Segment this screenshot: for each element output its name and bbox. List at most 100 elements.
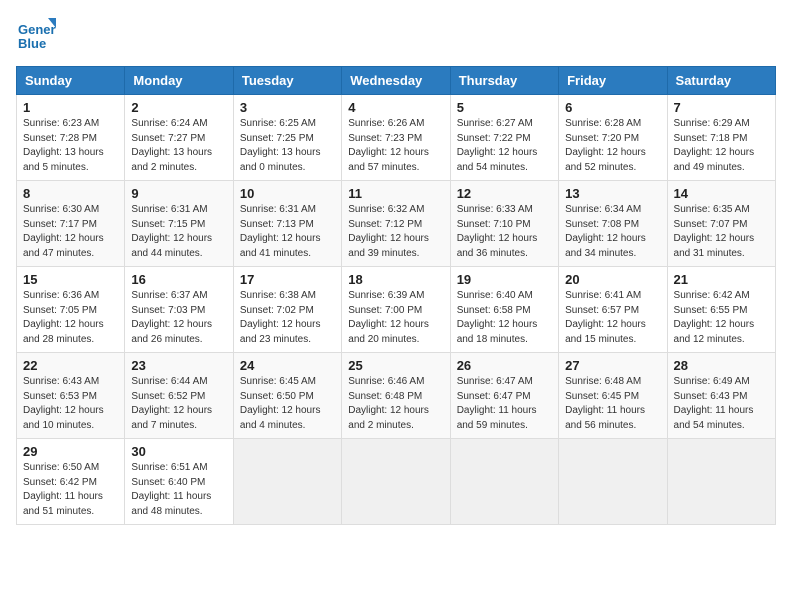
calendar-cell: 3 Sunrise: 6:25 AMSunset: 7:25 PMDaylight… bbox=[233, 95, 341, 181]
day-info: Sunrise: 6:27 AMSunset: 7:22 PMDaylight:… bbox=[457, 117, 552, 175]
calendar-cell: 12 Sunrise: 6:33 AMSunset: 7:10 PMDayligh… bbox=[450, 181, 558, 267]
day-number: 30 bbox=[131, 444, 226, 459]
calendar-cell: 16 Sunrise: 6:37 AMSunset: 7:03 PMDayligh… bbox=[125, 267, 233, 353]
calendar-cell: 20 Sunrise: 6:41 AMSunset: 6:57 PMDayligh… bbox=[559, 267, 667, 353]
calendar-cell: 9 Sunrise: 6:31 AMSunset: 7:15 PMDaylight… bbox=[125, 181, 233, 267]
calendar-cell: 18Sunrise: 6:39 AMSunset: 7:00 PMDayligh… bbox=[342, 267, 450, 353]
calendar-cell: 17 Sunrise: 6:38 AMSunset: 7:02 PMDayligh… bbox=[233, 267, 341, 353]
day-info: Sunrise: 6:46 AMSunset: 6:48 PMDaylight:… bbox=[348, 375, 443, 433]
day-number: 4 bbox=[348, 100, 443, 115]
day-number: 26 bbox=[457, 358, 552, 373]
day-number: 2 bbox=[131, 100, 226, 115]
day-number: 8 bbox=[23, 186, 118, 201]
calendar-cell: 27 Sunrise: 6:48 AMSunset: 6:45 PMDayligh… bbox=[559, 353, 667, 439]
day-info: Sunrise: 6:38 AMSunset: 7:02 PMDaylight:… bbox=[240, 289, 335, 347]
day-number: 24 bbox=[240, 358, 335, 373]
day-info: Sunrise: 6:34 AMSunset: 7:08 PMDaylight:… bbox=[565, 203, 660, 261]
calendar-cell: 19Sunrise: 6:40 AMSunset: 6:58 PMDayligh… bbox=[450, 267, 558, 353]
calendar-cell: 30 Sunrise: 6:51 AMSunset: 6:40 PMDayligh… bbox=[125, 439, 233, 525]
calendar-cell: 7 Sunrise: 6:29 AMSunset: 7:18 PMDaylight… bbox=[667, 95, 775, 181]
calendar-cell: 14 Sunrise: 6:35 AMSunset: 7:07 PMDayligh… bbox=[667, 181, 775, 267]
calendar-cell: 25 Sunrise: 6:46 AMSunset: 6:48 PMDayligh… bbox=[342, 353, 450, 439]
day-info: Sunrise: 6:33 AMSunset: 7:10 PMDaylight:… bbox=[457, 203, 552, 261]
day-info: Sunrise: 6:47 AMSunset: 6:47 PMDaylight:… bbox=[457, 375, 552, 433]
day-info: Sunrise: 6:35 AMSunset: 7:07 PMDaylight:… bbox=[674, 203, 769, 261]
svg-text:General: General bbox=[18, 22, 56, 37]
day-info: Sunrise: 6:43 AMSunset: 6:53 PMDaylight:… bbox=[23, 375, 118, 433]
svg-text:Blue: Blue bbox=[18, 36, 46, 51]
day-info: Sunrise: 6:48 AMSunset: 6:45 PMDaylight:… bbox=[565, 375, 660, 433]
day-info: Sunrise: 6:31 AMSunset: 7:13 PMDaylight:… bbox=[240, 203, 335, 261]
calendar-cell: 13 Sunrise: 6:34 AMSunset: 7:08 PMDayligh… bbox=[559, 181, 667, 267]
day-number: 13 bbox=[565, 186, 660, 201]
calendar-cell: 11Sunrise: 6:32 AMSunset: 7:12 PMDayligh… bbox=[342, 181, 450, 267]
calendar-header-friday: Friday bbox=[559, 67, 667, 95]
day-number: 25 bbox=[348, 358, 443, 373]
day-info: Sunrise: 6:23 AMSunset: 7:28 PMDaylight:… bbox=[23, 117, 118, 175]
calendar-cell: 29 Sunrise: 6:50 AMSunset: 6:42 PMDayligh… bbox=[17, 439, 125, 525]
day-number: 17 bbox=[240, 272, 335, 287]
day-info: Sunrise: 6:42 AMSunset: 6:55 PMDaylight:… bbox=[674, 289, 769, 347]
day-number: 5 bbox=[457, 100, 552, 115]
day-info: Sunrise: 6:51 AMSunset: 6:40 PMDaylight:… bbox=[131, 461, 226, 519]
day-number: 14 bbox=[674, 186, 769, 201]
day-number: 15 bbox=[23, 272, 118, 287]
calendar-cell: 8 Sunrise: 6:30 AMSunset: 7:17 PMDaylight… bbox=[17, 181, 125, 267]
day-info: Sunrise: 6:26 AMSunset: 7:23 PMDaylight:… bbox=[348, 117, 443, 175]
calendar-header-wednesday: Wednesday bbox=[342, 67, 450, 95]
day-number: 20 bbox=[565, 272, 660, 287]
calendar-cell bbox=[559, 439, 667, 525]
day-info: Sunrise: 6:37 AMSunset: 7:03 PMDaylight:… bbox=[131, 289, 226, 347]
page-header: General Blue bbox=[16, 16, 776, 56]
day-number: 3 bbox=[240, 100, 335, 115]
calendar-cell: 24Sunrise: 6:45 AMSunset: 6:50 PMDayligh… bbox=[233, 353, 341, 439]
calendar-week-row: 1 Sunrise: 6:23 AMSunset: 7:28 PMDaylight… bbox=[17, 95, 776, 181]
calendar-header-row: SundayMondayTuesdayWednesdayThursdayFrid… bbox=[17, 67, 776, 95]
day-number: 7 bbox=[674, 100, 769, 115]
calendar-cell: 21 Sunrise: 6:42 AMSunset: 6:55 PMDayligh… bbox=[667, 267, 775, 353]
day-info: Sunrise: 6:29 AMSunset: 7:18 PMDaylight:… bbox=[674, 117, 769, 175]
calendar-cell: 23Sunrise: 6:44 AMSunset: 6:52 PMDayligh… bbox=[125, 353, 233, 439]
day-number: 29 bbox=[23, 444, 118, 459]
day-number: 6 bbox=[565, 100, 660, 115]
calendar-header-sunday: Sunday bbox=[17, 67, 125, 95]
day-number: 11 bbox=[348, 186, 443, 201]
calendar-header-monday: Monday bbox=[125, 67, 233, 95]
day-number: 16 bbox=[131, 272, 226, 287]
day-number: 21 bbox=[674, 272, 769, 287]
calendar-cell bbox=[342, 439, 450, 525]
day-info: Sunrise: 6:25 AMSunset: 7:25 PMDaylight:… bbox=[240, 117, 335, 175]
calendar-cell: 26 Sunrise: 6:47 AMSunset: 6:47 PMDayligh… bbox=[450, 353, 558, 439]
day-info: Sunrise: 6:30 AMSunset: 7:17 PMDaylight:… bbox=[23, 203, 118, 261]
day-info: Sunrise: 6:41 AMSunset: 6:57 PMDaylight:… bbox=[565, 289, 660, 347]
calendar-header-tuesday: Tuesday bbox=[233, 67, 341, 95]
day-info: Sunrise: 6:49 AMSunset: 6:43 PMDaylight:… bbox=[674, 375, 769, 433]
calendar-header-saturday: Saturday bbox=[667, 67, 775, 95]
calendar-cell: 1 Sunrise: 6:23 AMSunset: 7:28 PMDaylight… bbox=[17, 95, 125, 181]
calendar-cell: 5 Sunrise: 6:27 AMSunset: 7:22 PMDaylight… bbox=[450, 95, 558, 181]
logo: General Blue bbox=[16, 16, 56, 56]
calendar-cell: 6Sunrise: 6:28 AMSunset: 7:20 PMDaylight… bbox=[559, 95, 667, 181]
day-number: 12 bbox=[457, 186, 552, 201]
day-number: 22 bbox=[23, 358, 118, 373]
day-info: Sunrise: 6:31 AMSunset: 7:15 PMDaylight:… bbox=[131, 203, 226, 261]
calendar-cell: 10 Sunrise: 6:31 AMSunset: 7:13 PMDayligh… bbox=[233, 181, 341, 267]
day-info: Sunrise: 6:50 AMSunset: 6:42 PMDaylight:… bbox=[23, 461, 118, 519]
logo-svg: General Blue bbox=[16, 16, 56, 56]
day-info: Sunrise: 6:44 AMSunset: 6:52 PMDaylight:… bbox=[131, 375, 226, 433]
day-info: Sunrise: 6:36 AMSunset: 7:05 PMDaylight:… bbox=[23, 289, 118, 347]
day-number: 28 bbox=[674, 358, 769, 373]
calendar-header-thursday: Thursday bbox=[450, 67, 558, 95]
day-info: Sunrise: 6:39 AMSunset: 7:00 PMDaylight:… bbox=[348, 289, 443, 347]
day-number: 9 bbox=[131, 186, 226, 201]
calendar-week-row: 15 Sunrise: 6:36 AMSunset: 7:05 PMDayligh… bbox=[17, 267, 776, 353]
day-number: 27 bbox=[565, 358, 660, 373]
calendar-cell: 15 Sunrise: 6:36 AMSunset: 7:05 PMDayligh… bbox=[17, 267, 125, 353]
calendar-cell bbox=[233, 439, 341, 525]
day-info: Sunrise: 6:40 AMSunset: 6:58 PMDaylight:… bbox=[457, 289, 552, 347]
calendar-cell bbox=[667, 439, 775, 525]
calendar-week-row: 29 Sunrise: 6:50 AMSunset: 6:42 PMDayligh… bbox=[17, 439, 776, 525]
day-number: 1 bbox=[23, 100, 118, 115]
day-number: 10 bbox=[240, 186, 335, 201]
calendar-cell: 4 Sunrise: 6:26 AMSunset: 7:23 PMDaylight… bbox=[342, 95, 450, 181]
